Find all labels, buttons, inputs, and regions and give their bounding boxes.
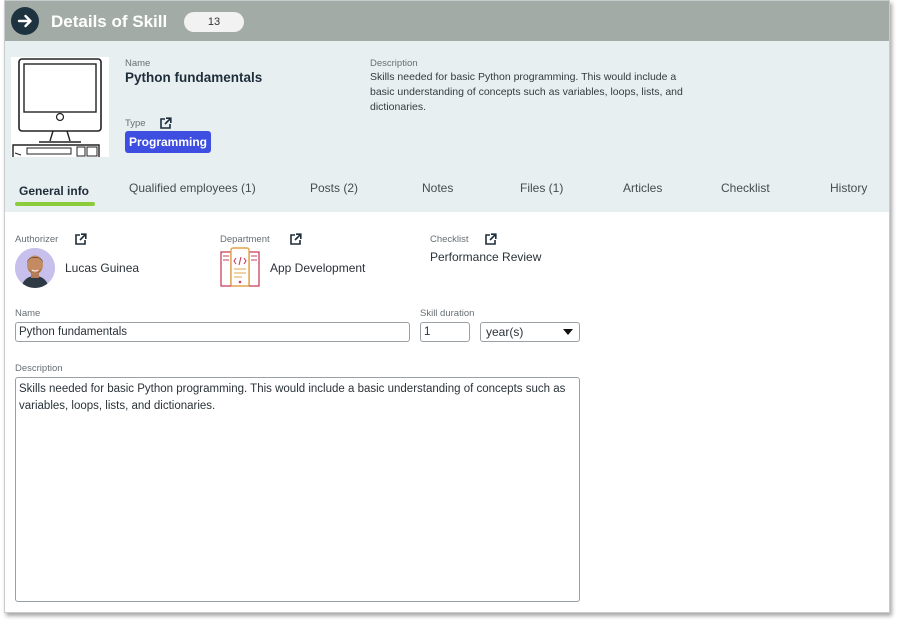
tab-history[interactable]: History — [830, 181, 867, 195]
back-button[interactable] — [11, 7, 39, 35]
chevron-down-icon — [563, 329, 573, 335]
arrow-right-icon — [17, 14, 32, 28]
skill-duration-label: Skill duration — [420, 308, 475, 319]
checklist-external-link-icon[interactable] — [484, 233, 497, 251]
tab-qualified-employees[interactable]: Qualified employees (1) — [129, 181, 256, 195]
page-title: Details of Skill — [51, 12, 168, 31]
tab-bar: General info Qualified employees (1) Pos… — [5, 181, 889, 211]
authorizer-name: Lucas Guinea — [65, 261, 140, 275]
duration-unit-value: year(s) — [486, 325, 524, 339]
department-label: Department — [220, 234, 270, 245]
summary-skill-name: Python fundamentals — [125, 70, 263, 85]
summary-type-label: Type — [125, 118, 146, 129]
authorizer-avatar[interactable] — [15, 248, 55, 288]
authorizer-label: Authorizer — [15, 234, 59, 245]
duration-value-input[interactable]: 1 — [420, 322, 470, 342]
tab-notes[interactable]: Notes — [422, 181, 453, 195]
tab-articles[interactable]: Articles — [623, 181, 662, 195]
person-avatar-icon — [15, 248, 55, 288]
authorizer-external-link-icon[interactable] — [74, 233, 87, 251]
skill-image — [11, 57, 109, 157]
department-external-link-icon[interactable] — [289, 233, 302, 251]
checklist-name: Performance Review — [430, 250, 542, 264]
tab-files[interactable]: Files (1) — [520, 181, 563, 195]
name-input[interactable]: Python fundamentals — [15, 322, 410, 342]
active-tab-indicator — [15, 202, 95, 206]
tab-posts[interactable]: Posts (2) — [310, 181, 358, 195]
tab-general-info[interactable]: General info — [19, 184, 89, 198]
summary-name-label: Name — [125, 58, 151, 69]
skill-details-window: Details of Skill 13 Name Python fundamen… — [4, 0, 890, 613]
skill-summary: Name Python fundamentals Type Programmin… — [5, 41, 889, 212]
type-badge[interactable]: Programming — [125, 131, 212, 153]
duration-unit-select[interactable]: year(s) — [480, 322, 580, 342]
description-label: Description — [15, 363, 63, 374]
count-badge: 13 — [184, 12, 244, 32]
description-textarea[interactable]: Skills needed for basic Python programmi… — [15, 377, 580, 602]
checklist-label: Checklist — [430, 234, 469, 245]
desktop-computer-icon — [12, 58, 102, 157]
name-label: Name — [15, 308, 41, 319]
department-name: App Development — [270, 261, 366, 275]
app-development-icon — [219, 246, 261, 293]
tab-checklist[interactable]: Checklist — [721, 181, 770, 195]
header-bar: Details of Skill 13 — [5, 1, 889, 41]
summary-description: Skills needed for basic Python programmi… — [370, 71, 683, 113]
summary-description-label: Description — [370, 58, 418, 69]
